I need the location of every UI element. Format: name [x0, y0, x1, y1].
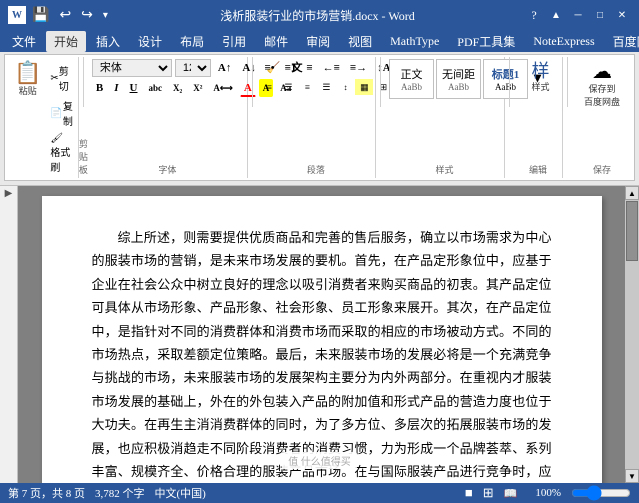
align-row: ≡ ☰ ≡ ☰ ↕ ▦ ⊞	[260, 79, 392, 95]
save-baidu-btn[interactable]: ☁ 保存到 百度网盘	[576, 59, 628, 111]
format-painter-button[interactable]: 🖌 格式刷	[46, 131, 76, 176]
font-color-btn[interactable]: A	[240, 79, 256, 97]
indent-inc-btn[interactable]: ≡→	[346, 59, 371, 77]
vertical-scrollbar[interactable]: ▲ ▼	[625, 186, 639, 483]
title-bar: W 💾 ↩ ↪ ▾ 浅析服装行业的市场营销.docx - Word ? ▲ ─ …	[0, 0, 639, 30]
zoom-level: 100%	[535, 487, 561, 499]
styles-icon: 样	[531, 62, 549, 80]
status-bar: 第 7 页，共 8 页 3,782 个字 中文(中国) ■ ⊞ 📖 100%	[0, 483, 639, 503]
word-count: 3,782 个字	[95, 485, 145, 501]
page-info: 第 7 页，共 8 页	[8, 485, 85, 501]
menu-pdf[interactable]: PDF工具集	[449, 31, 523, 52]
ribbon-content: 📋 粘贴 ✂ 剪切 📄 复制 🖌 格式刷 剪贴板 宋体	[4, 54, 635, 181]
numbering-btn[interactable]: ≡1	[281, 59, 301, 77]
style-normal[interactable]: 正文 AaBb	[389, 59, 434, 99]
style-no-spacing[interactable]: 无间距 AaBb	[436, 59, 481, 99]
status-right: ■ ⊞ 📖 100%	[465, 485, 631, 501]
line-spacing-btn[interactable]: ↕	[336, 79, 354, 95]
strikethrough-btn[interactable]: abc	[145, 79, 167, 97]
multilevel-btn[interactable]: ≡	[302, 59, 316, 77]
view-web-btn[interactable]: ⊞	[483, 485, 494, 501]
italic-btn[interactable]: I	[110, 79, 122, 97]
document-area[interactable]: 综上所述，则需要提供优质商品和完善的售后服务，确立以市场需求为中心的服装市场的营…	[18, 186, 625, 483]
menu-noteexpress[interactable]: NoteExpress	[525, 32, 602, 51]
watermark: 值 什么值得买	[282, 452, 357, 469]
superscript-btn[interactable]: X²	[189, 79, 206, 97]
paste-button[interactable]: 📋 粘贴	[11, 59, 44, 100]
left-panel-collapse[interactable]: ▶	[5, 188, 13, 199]
align-justify-btn[interactable]: ☰	[317, 79, 335, 95]
indent-dec-btn[interactable]: ←≡	[319, 59, 344, 77]
help-btn[interactable]: ?	[525, 6, 543, 24]
font-size-select[interactable]: 12	[175, 59, 211, 77]
left-panel: ▶	[0, 186, 18, 483]
menu-mathtype[interactable]: MathType	[382, 32, 447, 51]
underline-btn[interactable]: U	[126, 79, 142, 97]
view-normal-btn[interactable]: ■	[465, 485, 473, 501]
align-right-btn[interactable]: ≡	[298, 79, 316, 95]
ribbon: 📋 粘贴 ✂ 剪切 📄 复制 🖌 格式刷 剪贴板 宋体	[0, 52, 639, 186]
styles-btn[interactable]: 样 样式	[517, 59, 563, 96]
menu-home[interactable]: 开始	[46, 31, 86, 52]
align-center-btn[interactable]: ☰	[279, 79, 297, 95]
paste-icon: 📋	[14, 62, 41, 84]
language: 中文(中国)	[155, 485, 206, 501]
quick-access-toolbar: 💾 ↩ ↪ ▾	[30, 7, 110, 24]
scroll-up-btn[interactable]: ▲	[625, 186, 639, 200]
main-area: ▶ 综上所述，则需要提供优质商品和完善的售后服务，确立以市场需求为中心的服装市场…	[0, 186, 639, 483]
window-controls: ? ▲ ─ □ ✕	[525, 6, 631, 24]
align-left-btn[interactable]: ≡	[260, 79, 278, 95]
app-icon: W	[8, 6, 26, 24]
menu-review[interactable]: 审阅	[298, 31, 338, 52]
bold-btn[interactable]: B	[92, 79, 107, 97]
title-left: W 💾 ↩ ↪ ▾	[8, 6, 110, 24]
redo-qa-button[interactable]: ↪	[79, 7, 95, 24]
menu-mail[interactable]: 邮件	[256, 31, 296, 52]
save-cloud-icon: ☁	[592, 62, 612, 82]
char-spacing-btn[interactable]: A⟷	[209, 79, 236, 97]
font-size-inc-btn[interactable]: A↑	[214, 59, 235, 77]
maximize-btn[interactable]: □	[591, 6, 609, 24]
zoom-slider[interactable]	[571, 487, 631, 499]
scroll-thumb[interactable]	[626, 201, 638, 261]
subscript-btn[interactable]: X₂	[169, 79, 186, 97]
minimize-btn[interactable]: ─	[569, 6, 587, 24]
scroll-down-btn[interactable]: ▼	[625, 469, 639, 483]
view-read-btn[interactable]: 📖	[504, 487, 518, 500]
clipboard-group: 📋 粘贴 ✂ 剪切 📄 复制 🖌 格式刷 剪贴板	[7, 57, 79, 178]
app-window: W 💾 ↩ ↪ ▾ 浅析服装行业的市场营销.docx - Word ? ▲ ─ …	[0, 0, 639, 503]
ribbon-collapse-btn[interactable]: ▲	[547, 6, 565, 24]
status-left: 第 7 页，共 8 页 3,782 个字 中文(中国)	[8, 485, 206, 501]
menu-file[interactable]: 文件	[4, 31, 44, 52]
save-group: ☁ 保存到 百度网盘 保存	[572, 57, 632, 178]
menu-view[interactable]: 视图	[340, 31, 380, 52]
menu-layout[interactable]: 布局	[172, 31, 212, 52]
styles-group: 正文 AaBb 无间距 AaBb 标题1 AaBb ▾ 样式	[385, 57, 505, 178]
menu-references[interactable]: 引用	[214, 31, 254, 52]
body-paragraph: 综上所述，则需要提供优质商品和完善的售后服务，确立以市场需求为中心的服装市场的营…	[92, 226, 552, 483]
paragraph-group: ≡• ≡1 ≡ ←≡ ≡→ ↕A ¶ ≡ ☰ ≡ ☰ ↕ ▦ ⊞ 段落	[256, 57, 376, 178]
qa-dropdown[interactable]: ▾	[101, 10, 110, 21]
cut-button[interactable]: ✂ 剪切	[46, 61, 76, 95]
menu-baidu[interactable]: 百度网盘	[605, 31, 639, 52]
save-qa-button[interactable]: 💾	[30, 7, 51, 24]
font-name-select[interactable]: 宋体	[92, 59, 172, 77]
document-page: 综上所述，则需要提供优质商品和完善的售后服务，确立以市场需求为中心的服装市场的营…	[42, 196, 602, 483]
editing-group: 样 样式 编辑	[513, 57, 563, 178]
copy-button[interactable]: 📄 复制	[46, 96, 76, 130]
window-title: 浅析服装行业的市场营销.docx - Word	[220, 7, 414, 24]
bullets-btn[interactable]: ≡•	[260, 59, 278, 77]
shading-btn[interactable]: ▦	[355, 79, 373, 95]
font-group: 宋体 12 A↑ A↓ 🧹 文 B I U abc X₂ X²	[88, 57, 248, 178]
menu-design[interactable]: 设计	[130, 31, 170, 52]
menu-bar: 文件 开始 插入 设计 布局 引用 邮件 审阅 视图 MathType PDF工…	[0, 30, 639, 52]
menu-insert[interactable]: 插入	[88, 31, 128, 52]
close-btn[interactable]: ✕	[613, 6, 631, 24]
undo-qa-button[interactable]: ↩	[57, 7, 73, 24]
